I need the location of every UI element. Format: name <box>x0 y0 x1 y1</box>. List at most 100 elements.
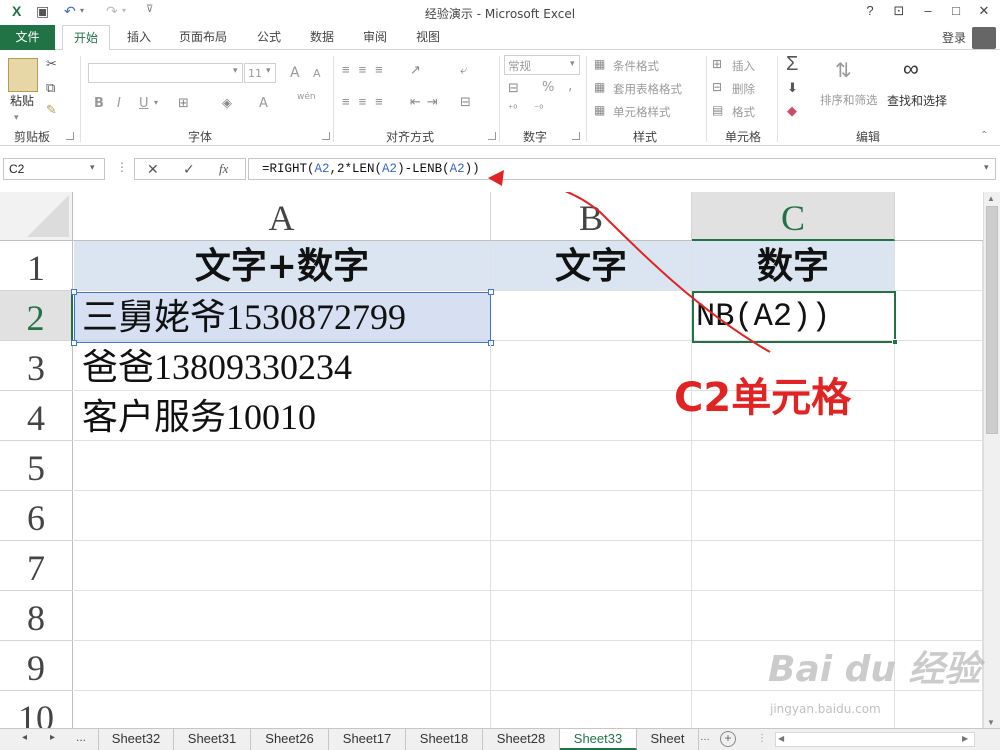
cell-styles-button[interactable]: 单元格样式 <box>613 104 671 120</box>
sheet-tab-sheet18[interactable]: Sheet18 <box>406 729 483 750</box>
format-painter-icon[interactable]: ✎ <box>46 102 57 118</box>
insert-cells-icon[interactable]: ⊞ <box>712 57 722 71</box>
minimize-icon[interactable]: – <box>918 3 938 21</box>
format-cells-icon[interactable]: ▤ <box>712 103 723 117</box>
shrink-font-button[interactable]: A <box>313 67 321 80</box>
scroll-up-icon[interactable]: ▲ <box>987 194 995 203</box>
tab-view[interactable]: 视图 <box>404 25 452 50</box>
sheet-tab-sheet28[interactable]: Sheet28 <box>483 729 560 750</box>
insert-cells-button[interactable]: 插入 <box>732 58 755 74</box>
tab-formulas[interactable]: 公式 <box>245 25 293 50</box>
scroll-down-icon[interactable]: ▼ <box>987 718 995 727</box>
underline-button[interactable]: U <box>139 96 149 111</box>
vertical-scrollbar[interactable]: ▲ ▼ <box>983 192 1000 730</box>
cancel-entry-button[interactable]: ✕ <box>147 161 159 178</box>
tab-file[interactable]: 文件 <box>0 25 55 50</box>
sheet-tab-sheet17[interactable]: Sheet17 <box>329 729 406 750</box>
redo-dropdown-icon[interactable]: ▾ <box>122 6 126 15</box>
next-sheet-icon[interactable]: ▸ <box>50 732 55 743</box>
number-format-dropdown-icon[interactable]: ▾ <box>570 58 575 69</box>
login-link[interactable]: 登录 <box>942 29 966 46</box>
conditional-format-icon[interactable]: ▦ <box>594 57 605 71</box>
tab-data[interactable]: 数据 <box>298 25 346 50</box>
sheet-tab-sheet33[interactable]: Sheet33 <box>560 729 637 750</box>
sort-filter-button[interactable]: 排序和筛选 <box>820 92 878 108</box>
close-icon[interactable]: ✕ <box>974 3 994 21</box>
format-cells-button[interactable]: 格式 <box>732 104 755 120</box>
clear-icon[interactable]: ◆ <box>787 103 797 119</box>
tab-page-layout[interactable]: 页面布局 <box>170 25 236 50</box>
horizontal-scrollbar[interactable]: ◀ ▶ <box>775 732 975 747</box>
find-select-button[interactable]: 查找和选择 <box>887 92 947 109</box>
sheet-tab-sheet31[interactable]: Sheet31 <box>174 729 251 750</box>
copy-icon[interactable]: ⧉ <box>46 80 55 96</box>
paste-dropdown-icon[interactable]: ▾ <box>14 112 19 123</box>
sheet-overflow-icon[interactable]: … <box>700 732 710 743</box>
paste-icon[interactable] <box>8 58 38 92</box>
paste-button[interactable]: 粘贴 <box>10 92 34 109</box>
more-sheets-button[interactable]: ... <box>76 730 86 744</box>
avatar[interactable] <box>972 27 996 49</box>
phonetic-button[interactable]: wén <box>297 92 316 102</box>
cut-icon[interactable]: ✂ <box>46 56 57 72</box>
tab-review[interactable]: 审阅 <box>351 25 399 50</box>
grow-font-button[interactable]: A <box>290 65 300 81</box>
indent-icons[interactable]: ⇤⇥ <box>410 94 444 110</box>
tab-split-icon[interactable]: ⋮ <box>757 733 767 744</box>
italic-button[interactable]: I <box>117 96 121 111</box>
binoculars-icon[interactable]: ∞ <box>903 56 919 82</box>
scroll-right-icon[interactable]: ▶ <box>962 734 968 743</box>
font-size-dropdown-icon[interactable]: ▾ <box>266 65 271 76</box>
save-icon[interactable]: ▣ <box>36 3 49 20</box>
scroll-left-icon[interactable]: ◀ <box>778 734 784 743</box>
conditional-format-button[interactable]: 条件格式 <box>613 58 659 74</box>
cell-styles-icon[interactable]: ▦ <box>594 103 605 117</box>
increase-decimal-icon[interactable]: ⁺⁰ <box>508 104 517 115</box>
autosum-icon[interactable]: Σ <box>786 53 798 76</box>
help-button[interactable]: ? <box>860 3 880 21</box>
format-as-table-icon[interactable]: ▦ <box>594 80 605 94</box>
format-as-table-button[interactable]: 套用表格格式 <box>613 81 682 97</box>
bold-button[interactable]: B <box>94 96 104 111</box>
expand-formula-bar-icon[interactable]: ▾ <box>984 162 989 173</box>
delete-cells-icon[interactable]: ⊟ <box>712 80 722 94</box>
prev-sheet-icon[interactable]: ◂ <box>22 732 27 743</box>
confirm-entry-button[interactable]: ✓ <box>183 161 195 178</box>
customize-qat-icon[interactable]: ⊽ <box>146 4 153 15</box>
sheet-tab-sheet32[interactable]: Sheet32 <box>98 729 174 750</box>
fill-icon[interactable]: ⬇ <box>787 80 798 96</box>
underline-dropdown-icon[interactable]: ▾ <box>154 98 158 107</box>
font-name-dropdown-icon[interactable]: ▾ <box>233 65 238 76</box>
font-name-combo[interactable] <box>88 63 243 83</box>
insert-function-button[interactable]: fx <box>219 161 228 177</box>
font-size-combo[interactable]: 11 <box>244 63 276 83</box>
undo-icon[interactable]: ↶ <box>64 3 76 20</box>
add-sheet-button[interactable]: + <box>720 731 736 747</box>
scroll-thumb[interactable] <box>986 206 998 434</box>
merge-center-icon[interactable]: ⊟ <box>460 94 471 110</box>
font-launcher-icon[interactable] <box>322 132 330 140</box>
name-box-dropdown-icon[interactable]: ▾ <box>90 162 95 173</box>
number-format-combo[interactable]: 常规 <box>504 55 580 75</box>
borders-icon[interactable]: ⊞ <box>178 95 189 111</box>
vertical-align-icons[interactable]: ≡≡≡ <box>342 62 392 77</box>
font-color-button[interactable]: A <box>259 96 268 111</box>
redo-icon[interactable]: ↷ <box>106 3 118 20</box>
delete-cells-button[interactable]: 删除 <box>732 81 755 97</box>
tab-home[interactable]: 开始 <box>62 25 110 51</box>
maximize-icon[interactable]: □ <box>946 3 966 21</box>
comma-button[interactable]: , <box>568 78 572 94</box>
fill-color-icon[interactable]: ◈ <box>222 95 232 111</box>
horizontal-align-icons[interactable]: ≡≡≡ <box>342 94 392 109</box>
clipboard-launcher-icon[interactable] <box>66 132 74 140</box>
tab-insert[interactable]: 插入 <box>115 25 163 50</box>
orientation-icon[interactable]: ↗ <box>410 62 421 78</box>
alignment-launcher-icon[interactable] <box>488 132 496 140</box>
sheet-tab-sheet[interactable]: Sheet <box>637 729 699 750</box>
wrap-text-icon[interactable]: ⤶ <box>460 62 467 78</box>
percent-button[interactable]: % <box>542 80 554 95</box>
sort-filter-icon[interactable]: ⇅ <box>835 58 852 83</box>
ribbon-display-icon[interactable]: ⊡ <box>889 3 909 21</box>
formula-input[interactable]: =RIGHT(A2,2*LEN(A2)-LENB(A2)) <box>248 158 996 180</box>
number-launcher-icon[interactable] <box>572 132 580 140</box>
